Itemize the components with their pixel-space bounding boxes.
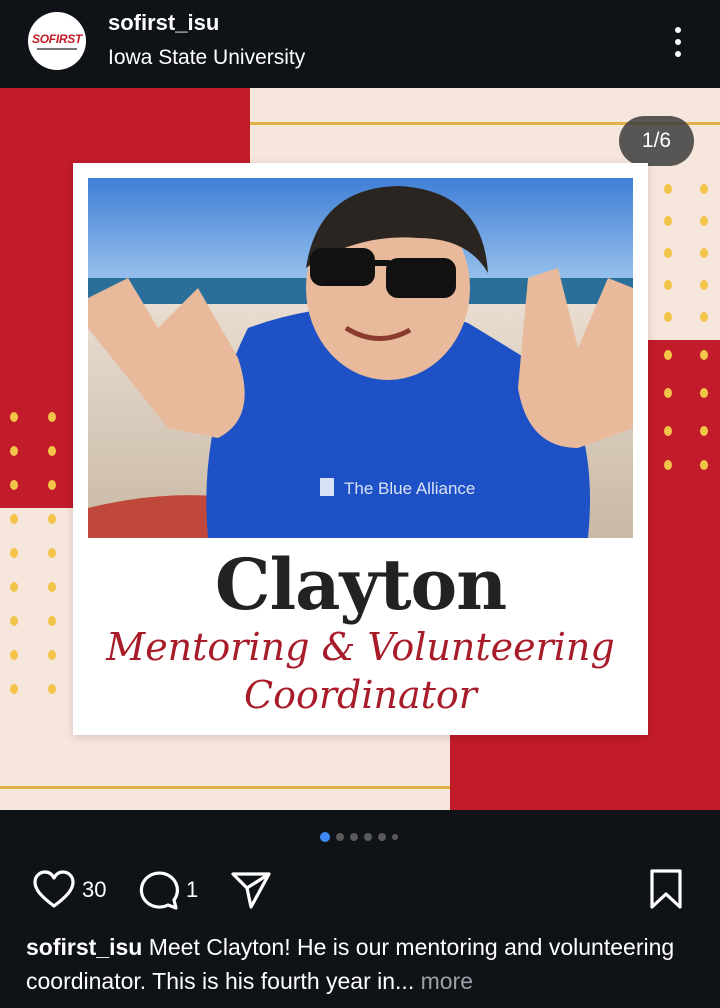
avatar[interactable]: SOFIRST — [28, 12, 86, 70]
carousel-dot-3 — [350, 833, 358, 841]
comment-action[interactable]: 1 — [138, 870, 198, 910]
like-action[interactable]: 30 — [32, 870, 106, 910]
carousel-dot-5 — [378, 833, 386, 841]
carousel-indicator — [320, 830, 398, 844]
profile-card: The Blue Alliance Clayton Mentoring & Vo… — [73, 163, 648, 735]
post-actions: 30 1 — [0, 860, 720, 920]
profile-role: Mentoring & Volunteering Coordinator — [73, 623, 648, 719]
decor-gold-line-bottom — [0, 786, 450, 789]
svg-text:The Blue Alliance: The Blue Alliance — [344, 479, 475, 498]
post-image[interactable]: 1/6 The Blue Alliance Clayton Mentoring … — [0, 88, 720, 810]
share-action[interactable] — [230, 870, 272, 910]
caption-ellipsis: ... — [395, 968, 421, 994]
post-header: SOFIRST sofirst_isu Iowa State Universit… — [0, 0, 720, 88]
comment-count[interactable]: 1 — [186, 877, 198, 903]
carousel-counter: 1/6 — [619, 116, 694, 166]
like-count[interactable]: 30 — [82, 877, 106, 903]
bookmark-icon[interactable] — [648, 868, 684, 910]
carousel-dot-6 — [392, 834, 398, 840]
avatar-logo-underline — [37, 48, 77, 50]
share-icon[interactable] — [230, 870, 272, 910]
profile-name: Clayton — [214, 543, 507, 626]
post-caption: sofirst_isu Meet Clayton! He is our ment… — [26, 930, 696, 998]
carousel-dot-4 — [364, 833, 372, 841]
profile-role-line2: Coordinator — [244, 673, 477, 717]
post-username[interactable]: sofirst_isu — [108, 10, 219, 36]
carousel-dot-2 — [336, 833, 344, 841]
more-options-icon[interactable] — [666, 24, 690, 60]
caption-username[interactable]: sofirst_isu — [26, 934, 142, 960]
carousel-dot-1 — [320, 832, 330, 842]
profile-role-line1: Mentoring & Volunteering — [106, 625, 615, 669]
comment-icon[interactable] — [138, 870, 180, 910]
bookmark-action[interactable] — [648, 868, 684, 910]
post-location[interactable]: Iowa State University — [108, 46, 305, 70]
avatar-logo: SOFIRST — [32, 32, 82, 46]
heart-icon[interactable] — [32, 870, 76, 910]
profile-photo: The Blue Alliance — [88, 178, 633, 538]
shirt-logo: The Blue Alliance — [320, 478, 475, 498]
caption-more-link[interactable]: more — [421, 968, 473, 994]
